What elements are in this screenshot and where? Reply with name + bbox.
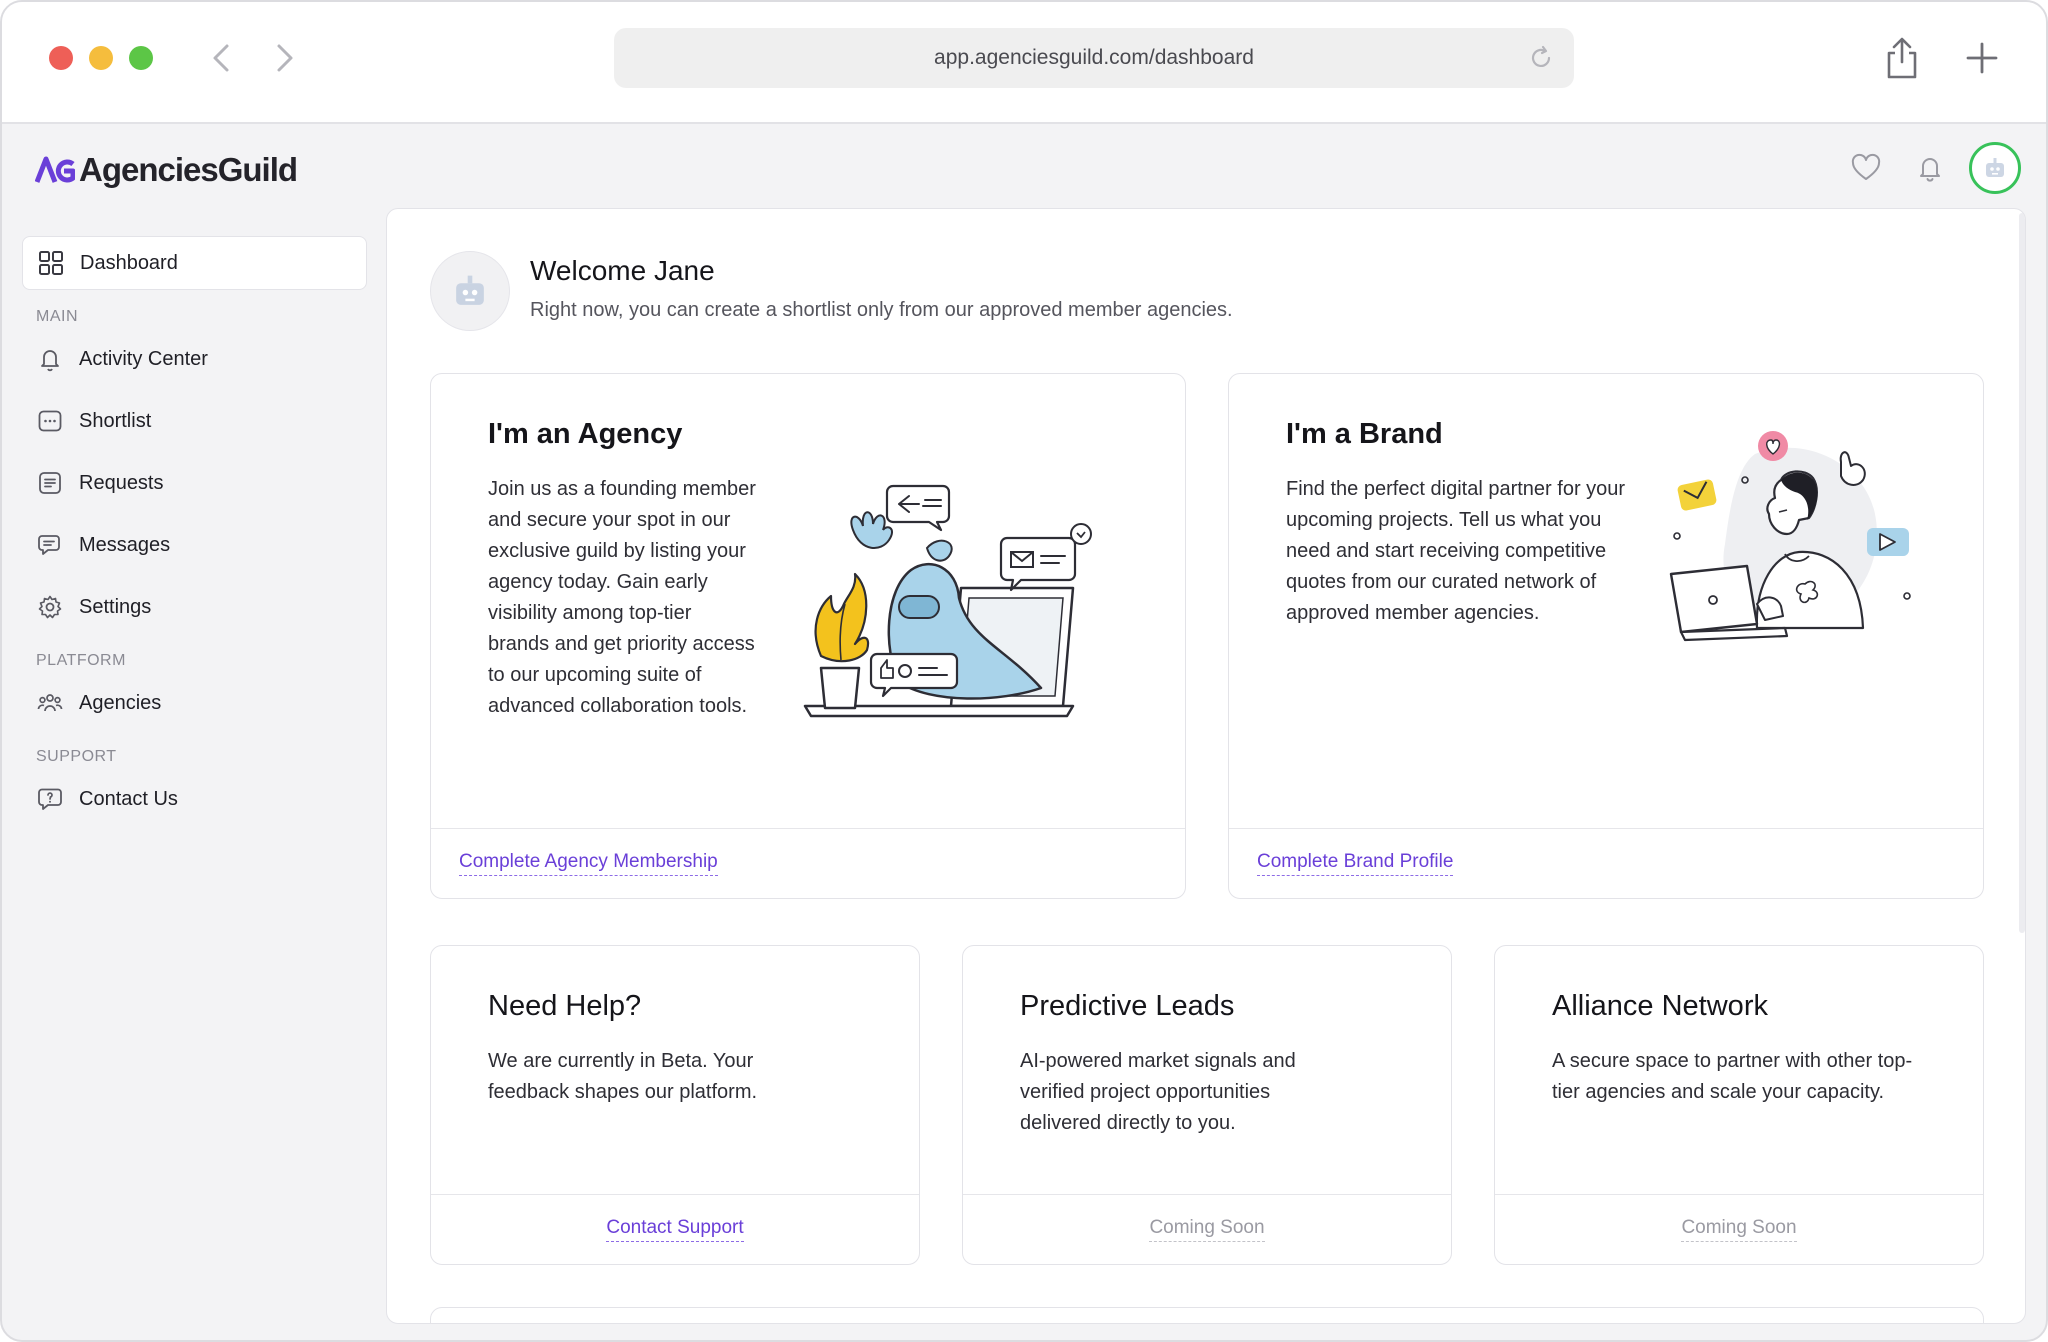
agency-card: I'm an Agency Join us as a founding memb… [430,373,1186,899]
main-scrollbar[interactable] [2019,213,2025,933]
dots-box-icon [38,410,62,432]
contact-support-link[interactable]: Contact Support [606,1217,744,1242]
alliance-network-card-footer: Coming Soon [1495,1194,1983,1264]
coming-soon-label: Coming Soon [1149,1217,1265,1242]
sidebar-item-label: Agencies [79,691,162,714]
agency-card-title: I'm an Agency [488,418,683,450]
url-text: app.agenciesguild.com/dashboard [934,46,1254,69]
alliance-network-card-body: A secure space to partner with other top… [1552,1050,1913,1103]
share-icon[interactable] [1882,36,1922,80]
favorites-heart-icon[interactable] [1850,152,1882,184]
complete-agency-membership-link[interactable]: Complete Agency Membership [459,851,718,876]
sidebar-section-main: MAIN [36,308,78,325]
need-help-card-body: We are currently in Beta. Your feedback … [488,1050,758,1103]
forward-arrow-icon[interactable] [264,38,304,78]
sidebar-item-label: Activity Center [79,347,208,370]
sidebar-item-label: Dashboard [80,251,178,274]
sidebar-item-requests[interactable]: Requests [22,456,367,510]
coming-soon-label: Coming Soon [1681,1217,1797,1242]
sidebar-item-settings[interactable]: Settings [22,580,367,634]
sidebar-section-support: SUPPORT [36,748,117,765]
brand-card-footer: Complete Brand Profile [1229,828,1983,898]
sidebar-item-dashboard[interactable]: Dashboard [22,236,367,290]
welcome-title: Welcome Jane [530,255,715,286]
logo-text: AgenciesGuild [79,151,298,188]
sidebar-item-label: Shortlist [79,409,152,432]
reload-icon[interactable] [1526,43,1556,73]
agency-card-body: Join us as a founding member and secure … [488,478,756,717]
gear-icon [38,595,62,619]
predictive-leads-card-title: Predictive Leads [1020,990,1235,1022]
zoom-window-button[interactable] [129,46,153,70]
need-help-card-title: Need Help? [488,990,642,1022]
agency-chat-laptop-illustration [803,484,1092,718]
sidebar-item-shortlist[interactable]: Shortlist [22,394,367,448]
sidebar-item-contact-us[interactable]: Contact Us [22,772,367,826]
next-card-partial [430,1307,1984,1323]
chat-bubbles-icon [38,535,60,555]
close-window-button[interactable] [49,46,73,70]
brand-card: I'm a Brand Find the perfect digital par… [1228,373,1984,899]
browser-window: app.agenciesguild.com/dashboard Agencies… [0,0,2048,1342]
sidebar: Dashboard MAIN Activity Center Shortlist… [22,236,367,834]
grid-icon [39,251,63,275]
dashboard-main: Welcome Jane Right now, you can create a… [386,208,2026,1324]
sidebar-item-label: Messages [79,533,171,556]
help-chat-icon [38,788,62,810]
sidebar-item-label: Contact Us [79,787,178,810]
app-logo[interactable]: AgenciesGuild [35,150,298,190]
logo-mark-icon [35,156,75,183]
bell-icon [41,350,59,372]
brand-person-laptop-illustration [1669,431,1911,642]
agency-card-footer: Complete Agency Membership [431,828,1185,898]
predictive-leads-card-body: AI-powered market signals and verified p… [1020,1050,1296,1134]
alliance-network-card: Alliance Network A secure space to partn… [1494,945,1984,1265]
sidebar-item-messages[interactable]: Messages [22,518,367,572]
sidebar-item-label: Requests [79,471,164,494]
sidebar-section-platform: PLATFORM [36,652,126,669]
new-tab-plus-icon[interactable] [1962,38,2002,78]
predictive-leads-card: Predictive Leads AI-powered market signa… [962,945,1452,1265]
welcome-subtitle: Right now, you can create a shortlist on… [530,299,1233,321]
sidebar-item-label: Settings [79,595,152,618]
sidebar-item-activity-center[interactable]: Activity Center [22,332,367,386]
brand-card-title: I'm a Brand [1286,418,1443,450]
browser-toolbar: app.agenciesguild.com/dashboard [2,2,2046,124]
sidebar-item-agencies[interactable]: Agencies [22,676,367,730]
notifications-bell-icon[interactable] [1914,152,1946,184]
users-group-icon [37,694,63,712]
complete-brand-profile-link[interactable]: Complete Brand Profile [1257,851,1454,876]
need-help-card: Need Help? We are currently in Beta. You… [430,945,920,1265]
document-list-icon [39,472,61,494]
welcome-avatar [430,251,510,331]
robot-avatar-icon [1986,158,2004,177]
brand-card-body: Find the perfect digital partner for you… [1286,478,1626,624]
robot-avatar-icon [456,275,484,305]
alliance-network-card-title: Alliance Network [1552,990,1768,1022]
need-help-card-footer: Contact Support [431,1194,919,1264]
minimize-window-button[interactable] [89,46,113,70]
predictive-leads-card-footer: Coming Soon [963,1194,1451,1264]
user-avatar[interactable] [1969,142,2021,194]
back-arrow-icon[interactable] [202,38,242,78]
address-bar[interactable]: app.agenciesguild.com/dashboard [614,28,1574,88]
